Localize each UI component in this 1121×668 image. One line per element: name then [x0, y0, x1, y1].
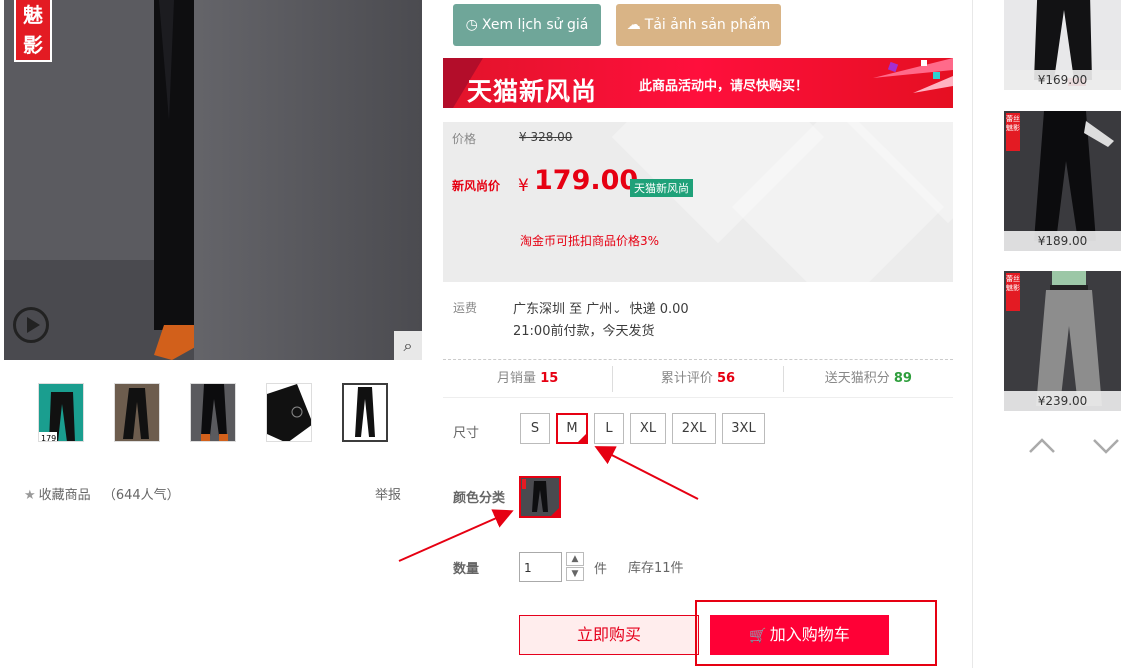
original-price: ¥ 328.00 [519, 130, 573, 144]
shipping-label: 运费 [453, 301, 478, 315]
promo-title: 天猫新风尚 [467, 77, 598, 106]
stat-value: 56 [717, 371, 736, 386]
download-images-label: Tải ảnh sản phẩm [644, 17, 771, 33]
play-icon[interactable] [13, 307, 49, 343]
side-product-card-1[interactable]: ¥169.00 [1004, 0, 1121, 90]
stock-count: 库存11件 [628, 561, 684, 576]
quantity-unit: 件 [594, 562, 608, 577]
favorite-popularity: （644人气） [102, 488, 180, 503]
size-option-label: M [566, 421, 578, 436]
side-product-card-3[interactable]: 蕾丝魅影 ¥239.00 [1004, 271, 1121, 411]
coin-discount-note: 淘金币可抵扣商品价格3% [520, 234, 660, 248]
check-icon [577, 433, 587, 443]
size-option-xl[interactable]: XL [630, 413, 666, 444]
brand-badge: 魅影 [14, 0, 52, 62]
shipping-route[interactable]: 广东深圳 至 广州⌄ 快递 0.00 [513, 298, 689, 317]
buy-now-button[interactable]: 立即购买 [519, 615, 699, 655]
quantity-label: 数量 [453, 562, 480, 577]
original-price-label: 价格 [452, 132, 477, 146]
promo-price: 179.00 [534, 165, 639, 196]
price-history-label: Xem lịch sử giá [481, 17, 589, 33]
size-option-s[interactable]: S [520, 413, 550, 444]
color-label: 颜色分类 [453, 491, 506, 506]
shipping-method: 快递 0.00 [629, 302, 689, 317]
download-images-button[interactable]: ☁ Tải ảnh sản phẩm [616, 4, 781, 46]
main-product-image[interactable] [4, 0, 422, 360]
report-link[interactable]: 举报 [375, 484, 401, 503]
star-icon: ★ [24, 488, 36, 503]
side-product-badge: 蕾丝魅影 [1006, 113, 1020, 151]
size-option-2xl[interactable]: 2XL [672, 413, 716, 444]
stat-label: 累计评价 [660, 371, 713, 386]
thumbnail-4[interactable] [266, 383, 312, 442]
promo-tag-badge: 天猫新风尚 [630, 179, 693, 197]
cloud-upload-icon: ☁ [626, 17, 641, 33]
side-product-price: ¥189.00 [1004, 231, 1121, 251]
quantity-increase-button[interactable]: ▲ [566, 552, 584, 566]
stat-value: 89 [893, 371, 912, 386]
chevron-down-icon[interactable] [1092, 430, 1120, 463]
favorite-label: 收藏商品 [38, 488, 91, 503]
divider [443, 359, 953, 360]
size-option-l[interactable]: L [594, 413, 624, 444]
stat-value: 15 [540, 371, 559, 386]
promo-price-label: 新风尚价 [452, 179, 501, 193]
favorite-button[interactable]: ★ 收藏商品 （644人气） [24, 484, 180, 503]
thumbnail-price-text: 179 [41, 434, 56, 442]
size-option-3xl[interactable]: 3XL [722, 413, 765, 444]
promo-message: 此商品活动中，请尽快购买！ [639, 79, 809, 94]
dispatch-note: 21:00前付款，今天发货 [513, 324, 655, 339]
thumbnail-2[interactable] [114, 383, 160, 442]
price-panel [443, 122, 953, 282]
stat-monthly-sales: 月销量 15 [443, 366, 614, 392]
annotation-highlight-box [695, 600, 937, 666]
side-product-price: ¥169.00 [1004, 70, 1121, 90]
size-label: 尺寸 [453, 426, 480, 441]
stat-reviews[interactable]: 累计评价 56 [613, 366, 784, 392]
side-product-badge: 蕾丝魅影 [1006, 273, 1020, 311]
stat-label: 送天猫积分 [824, 371, 890, 386]
search-icon[interactable]: ⌕ [394, 331, 422, 360]
thumbnail-3[interactable] [190, 383, 236, 442]
stat-label: 月销量 [497, 371, 537, 386]
column-divider [972, 0, 973, 668]
chevron-down-icon: ⌄ [612, 303, 622, 316]
color-option-black[interactable] [519, 476, 561, 518]
side-product-price: ¥239.00 [1004, 391, 1121, 411]
side-product-card-2[interactable]: 蕾丝魅影 ¥189.00 [1004, 111, 1121, 251]
quantity-decrease-button[interactable]: ▼ [566, 567, 584, 581]
currency-symbol: ¥ [518, 176, 529, 196]
promo-banner: 天猫新风尚 此商品活动中，请尽快购买！ [443, 58, 953, 108]
stats-row: 月销量 15 累计评价 56 送天猫积分 89 [443, 366, 953, 398]
thumbnail-5[interactable] [342, 383, 388, 442]
shipping-route-text: 广东深圳 至 广州 [513, 302, 613, 317]
size-option-m[interactable]: M [556, 413, 588, 444]
stat-points: 送天猫积分 89 [784, 366, 953, 392]
price-history-button[interactable]: ◷ Xem lịch sử giá [453, 4, 601, 46]
chevron-up-icon[interactable] [1028, 430, 1056, 463]
check-icon [550, 507, 559, 516]
thumbnail-1[interactable]: 179 [38, 383, 84, 442]
divider [443, 397, 953, 398]
clock-icon: ◷ [465, 17, 478, 33]
quantity-input[interactable]: 1 [519, 552, 562, 582]
